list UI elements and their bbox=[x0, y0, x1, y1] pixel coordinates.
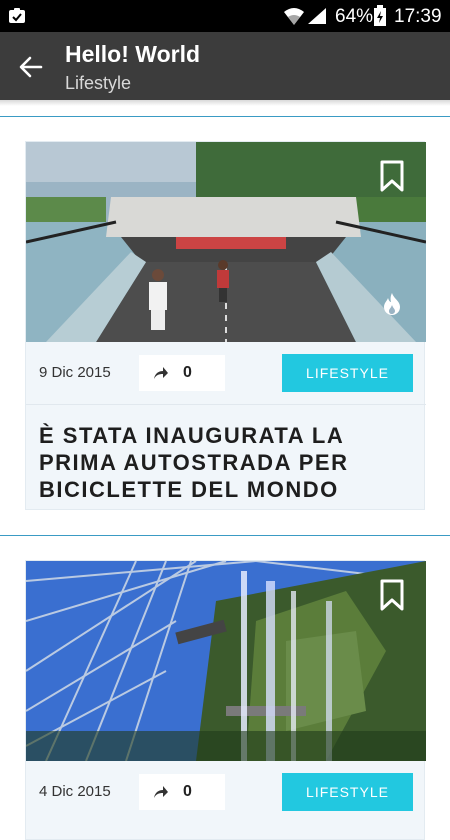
toolbar-subtitle: Lifestyle bbox=[65, 73, 132, 93]
wifi-icon bbox=[284, 8, 304, 25]
section-divider bbox=[0, 116, 450, 117]
share-icon bbox=[154, 786, 168, 798]
share-icon bbox=[154, 367, 168, 379]
share-count: 0 bbox=[183, 783, 192, 800]
category-badge[interactable]: LIFESTYLE bbox=[282, 354, 413, 392]
toolbar-shadow bbox=[0, 100, 450, 106]
status-bar: 64% 17:39 bbox=[0, 0, 450, 32]
arrow-left-icon[interactable] bbox=[18, 54, 44, 80]
toolbar-title: Hello! World bbox=[65, 41, 201, 67]
battery-percent: 64% bbox=[335, 6, 374, 27]
article-card[interactable]: 4 Dic 2015 0 LIFESTYLE bbox=[25, 560, 426, 840]
section-divider bbox=[0, 535, 450, 536]
article-meta: 4 Dic 2015 0 LIFESTYLE bbox=[26, 761, 426, 823]
clock: 17:39 bbox=[394, 6, 442, 27]
article-image[interactable] bbox=[26, 142, 426, 342]
bookmark-icon[interactable] bbox=[380, 579, 404, 611]
article-card[interactable]: 9 Dic 2015 0 LIFESTYLE È stata inaugurat… bbox=[25, 141, 426, 510]
signal-icon bbox=[308, 8, 326, 24]
article-date: 9 Dic 2015 bbox=[39, 364, 111, 381]
share-button[interactable]: 0 bbox=[139, 774, 225, 810]
share-button[interactable]: 0 bbox=[139, 355, 225, 391]
card-separator bbox=[26, 404, 426, 405]
flame-icon bbox=[384, 293, 400, 315]
article-date: 4 Dic 2015 bbox=[39, 783, 111, 800]
share-count: 0 bbox=[183, 364, 192, 381]
category-badge[interactable]: LIFESTYLE bbox=[282, 773, 413, 811]
bookmark-icon[interactable] bbox=[380, 160, 404, 192]
article-image[interactable] bbox=[26, 561, 426, 761]
battery-icon bbox=[374, 5, 386, 26]
app-toolbar: Hello! World Lifestyle bbox=[0, 32, 450, 100]
article-title[interactable]: È stata inaugurata la prima autostrada p… bbox=[39, 422, 409, 503]
notification-icon bbox=[9, 8, 25, 23]
article-meta: 9 Dic 2015 0 LIFESTYLE bbox=[26, 342, 426, 404]
